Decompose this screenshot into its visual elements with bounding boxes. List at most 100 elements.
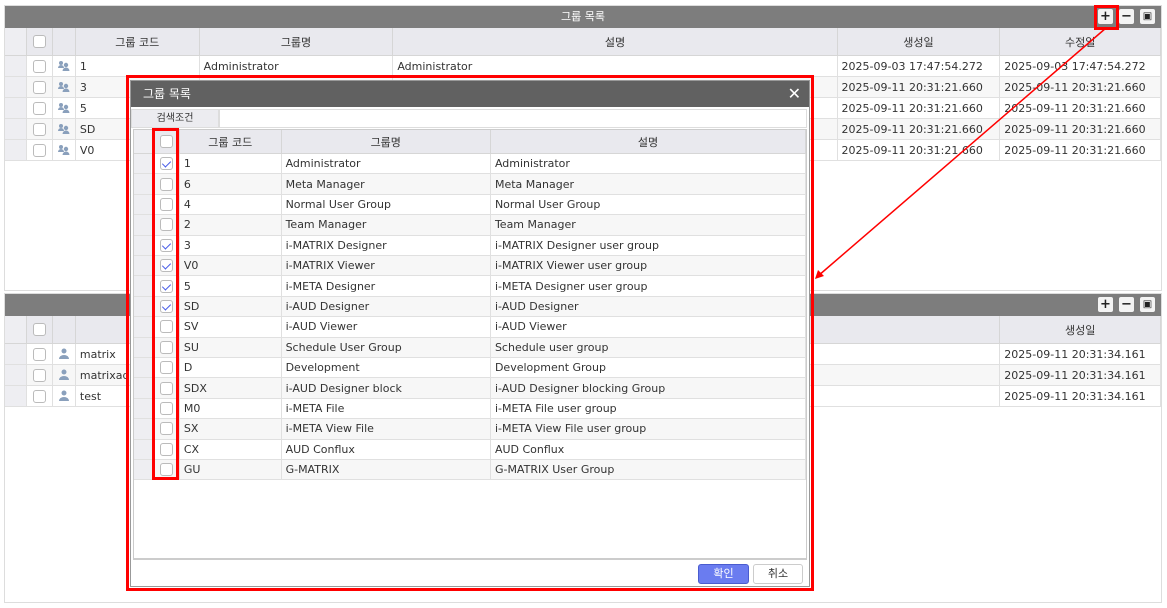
row-checkbox[interactable]: [160, 238, 174, 252]
row-number: [134, 337, 155, 357]
row-checkbox[interactable]: [160, 177, 174, 191]
group-code: CX: [180, 439, 282, 459]
group-code: V0: [180, 256, 282, 276]
dialog-title: 그룹 목록: [143, 87, 191, 101]
row-number: [134, 276, 155, 296]
group-name: i-AUD Designer block: [282, 378, 491, 398]
row-number: [134, 419, 155, 439]
row-number: [134, 256, 155, 276]
group-code: SU: [180, 337, 282, 357]
row-number: [134, 174, 155, 194]
group-desc: i-MATRIX Viewer user group: [491, 256, 806, 276]
row-number: [134, 194, 155, 215]
table-row[interactable]: SX i-META View File i-META View File user …: [134, 419, 806, 440]
table-row[interactable]: 1 Administrator Administrator: [134, 154, 806, 175]
group-name: AUD Conflux: [282, 439, 491, 459]
row-checkbox[interactable]: [160, 320, 174, 334]
table-row[interactable]: SD i-AUD Designer i-AUD Designer: [134, 296, 806, 318]
group-desc: Team Manager: [491, 215, 806, 235]
group-code: 1: [180, 154, 282, 174]
row-checkbox[interactable]: [160, 442, 174, 456]
checkbox-cell: [155, 378, 180, 398]
group-desc: AUD Conflux: [491, 439, 806, 459]
checkbox-cell: [155, 194, 180, 215]
group-name: Administrator: [282, 154, 491, 174]
row-checkbox[interactable]: [160, 299, 174, 313]
table-row[interactable]: SDX i-AUD Designer block i-AUD Designer bl…: [134, 378, 806, 399]
group-desc: Meta Manager: [491, 174, 806, 194]
group-desc: i-MATRIX Designer user group: [491, 235, 806, 255]
group-code: SX: [180, 419, 282, 439]
group-code: SD: [180, 296, 282, 317]
row-checkbox[interactable]: [160, 218, 174, 232]
checkbox-cell: [155, 398, 180, 419]
modal-group-grid: 그룹 코드 그룹명 설명 1 Administrator Administrator…: [133, 129, 807, 559]
table-row[interactable]: M0 i-META File i-META File user group: [134, 398, 806, 420]
group-name: i-META View File: [282, 419, 491, 439]
row-checkbox[interactable]: [160, 381, 174, 395]
table-row[interactable]: GU G-MATRIX G-MATRIX User Group: [134, 460, 806, 481]
checkbox-cell: [155, 419, 180, 439]
row-number: [134, 398, 155, 419]
table-row[interactable]: 3 i-MATRIX Designer i-MATRIX Designer user…: [134, 235, 806, 256]
checkbox-cell: [155, 317, 180, 337]
group-code: 2: [180, 215, 282, 235]
group-name: Schedule User Group: [282, 337, 491, 357]
group-desc: i-AUD Viewer: [491, 317, 806, 337]
close-icon[interactable]: ✕: [788, 81, 801, 107]
col-header-name[interactable]: 그룹명: [282, 130, 491, 153]
group-code: SDX: [180, 378, 282, 398]
table-row[interactable]: CX AUD Conflux AUD Conflux: [134, 439, 806, 460]
confirm-button[interactable]: 확인: [698, 564, 749, 584]
group-name: Meta Manager: [282, 174, 491, 194]
row-checkbox[interactable]: [160, 279, 174, 293]
select-all-checkbox[interactable]: [160, 135, 174, 148]
row-checkbox[interactable]: [160, 361, 174, 375]
row-number: [134, 215, 155, 235]
table-row[interactable]: 4 Normal User Group Normal User Group: [134, 194, 806, 216]
row-checkbox[interactable]: [160, 157, 174, 171]
group-code: SV: [180, 317, 282, 337]
group-code: D: [180, 358, 282, 378]
table-row[interactable]: 2 Team Manager Team Manager: [134, 215, 806, 236]
checkbox-cell: [155, 174, 180, 194]
row-checkbox[interactable]: [160, 197, 174, 211]
group-name: G-MATRIX: [282, 460, 491, 480]
group-name: Team Manager: [282, 215, 491, 235]
checkbox-cell: [155, 235, 180, 255]
row-checkbox[interactable]: [160, 401, 174, 415]
cancel-button[interactable]: 취소: [753, 564, 803, 584]
group-code: M0: [180, 398, 282, 419]
row-number: [134, 235, 155, 255]
group-code: 5: [180, 276, 282, 296]
group-name: Normal User Group: [282, 194, 491, 215]
col-header-desc[interactable]: 설명: [491, 130, 806, 153]
table-row[interactable]: 5 i-META Designer i-META Designer user gro…: [134, 276, 806, 297]
row-checkbox[interactable]: [160, 259, 174, 273]
row-number: [134, 460, 155, 480]
checkbox-cell: [155, 439, 180, 459]
table-row[interactable]: D Development Development Group: [134, 358, 806, 379]
checkbox-cell: [155, 256, 180, 276]
col-header-code[interactable]: 그룹 코드: [180, 130, 282, 153]
table-row[interactable]: 6 Meta Manager Meta Manager: [134, 174, 806, 195]
row-checkbox[interactable]: [160, 340, 174, 354]
table-row[interactable]: SV i-AUD Viewer i-AUD Viewer: [134, 317, 806, 338]
tab-search-criteria[interactable]: 검색조건: [131, 109, 219, 128]
row-number: [134, 296, 155, 317]
group-desc: Schedule user group: [491, 337, 806, 357]
group-desc: i-AUD Designer blocking Group: [491, 378, 806, 398]
group-code: 4: [180, 194, 282, 215]
checkbox-cell: [155, 358, 180, 378]
group-desc: Normal User Group: [491, 194, 806, 215]
checkbox-cell: [155, 296, 180, 317]
table-row[interactable]: V0 i-MATRIX Viewer i-MATRIX Viewer user gr…: [134, 256, 806, 277]
table-row[interactable]: SU Schedule User Group Schedule user group: [134, 337, 806, 358]
row-checkbox[interactable]: [160, 463, 174, 477]
search-criteria-input[interactable]: [219, 109, 807, 128]
row-checkbox[interactable]: [160, 422, 174, 436]
group-select-dialog: 그룹 목록 ✕ 검색조건 그룹 코드 그룹명 설명 1 Administrator A…: [130, 80, 810, 587]
group-name: i-MATRIX Viewer: [282, 256, 491, 276]
group-desc: i-META File user group: [491, 398, 806, 419]
group-code: GU: [180, 460, 282, 480]
